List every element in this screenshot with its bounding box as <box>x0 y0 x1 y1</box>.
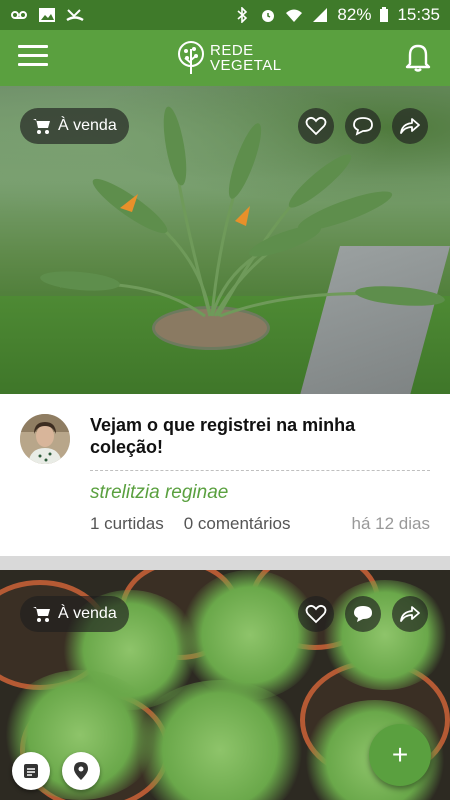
menu-button[interactable] <box>18 45 48 69</box>
comment-button[interactable] <box>345 596 381 632</box>
comments-count[interactable]: 0 comentários <box>184 514 291 534</box>
share-button[interactable] <box>392 596 428 632</box>
share-icon <box>400 118 420 134</box>
bluetooth-icon <box>237 7 248 23</box>
wifi-icon <box>286 9 303 22</box>
for-sale-label: À venda <box>58 605 117 622</box>
notifications-button[interactable] <box>404 42 432 72</box>
for-sale-badge[interactable]: À venda <box>20 596 129 632</box>
map-view-button[interactable] <box>62 752 100 790</box>
alarm-icon <box>262 10 275 22</box>
comment-filled-icon <box>354 606 372 622</box>
voicemail-icon <box>11 11 27 19</box>
likes-count[interactable]: 1 curtidas <box>90 514 164 534</box>
logo-line1: REDE <box>210 42 254 59</box>
app-bar: REDE VEGETAL <box>0 30 450 86</box>
share-button[interactable] <box>392 108 428 144</box>
add-post-button[interactable]: + <box>369 724 431 786</box>
location-pin-icon <box>74 762 88 780</box>
heart-icon <box>305 604 327 624</box>
list-view-button[interactable] <box>12 752 50 790</box>
comment-button[interactable] <box>345 108 381 144</box>
battery-icon <box>380 7 389 22</box>
list-icon <box>24 764 38 778</box>
cart-icon <box>33 119 50 134</box>
like-button[interactable] <box>298 596 334 632</box>
share-icon <box>400 606 420 622</box>
clock: 15:35 <box>397 5 440 24</box>
post-title: Vejam o que registrei na minha coleção! <box>90 415 356 457</box>
avatar[interactable] <box>20 414 70 464</box>
plus-icon: + <box>391 739 409 770</box>
species-name[interactable]: strelitzia reginae <box>90 482 228 504</box>
for-sale-label: À venda <box>58 117 117 134</box>
like-button[interactable] <box>298 108 334 144</box>
signal-icon <box>313 8 328 22</box>
for-sale-badge[interactable]: À venda <box>20 108 129 144</box>
post-photo[interactable]: À venda <box>0 86 450 394</box>
comment-icon <box>353 117 373 136</box>
post-stats: 1 curtidas 0 comentários há 12 dias <box>90 514 430 534</box>
tree-logo-icon <box>178 41 204 74</box>
bell-icon <box>405 44 431 72</box>
logo-line2: VEGETAL <box>210 57 282 74</box>
image-icon <box>39 8 55 22</box>
post-time: há 12 dias <box>351 514 430 533</box>
post-card[interactable]: Vejam o que registrei na minha coleção! … <box>0 394 450 556</box>
missed-call-icon <box>66 9 84 22</box>
heart-icon <box>305 116 327 136</box>
status-bar: 82% 15:35 <box>0 0 450 30</box>
cart-icon <box>33 607 50 622</box>
battery-level: 82% <box>337 5 372 24</box>
divider <box>90 470 430 471</box>
menu-icon <box>18 45 48 48</box>
app-logo: REDE VEGETAL <box>176 38 282 78</box>
